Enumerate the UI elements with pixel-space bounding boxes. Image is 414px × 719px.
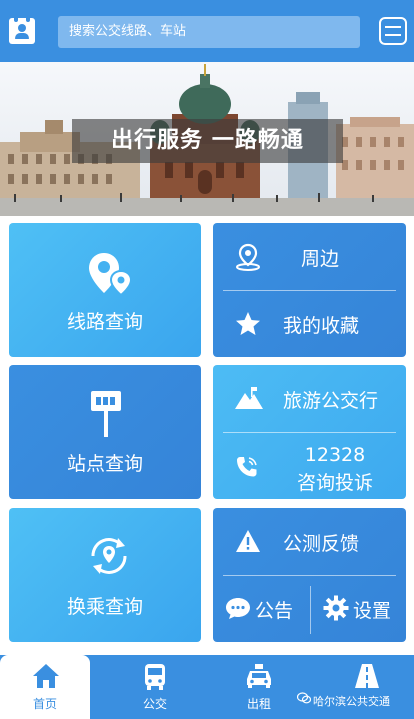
tab-bus-label: 公交 [142,697,167,711]
hotline-number: 12328 [304,444,366,466]
tab-home-label: 首页 [32,697,57,711]
taxi-icon [247,664,271,688]
location-icon [236,243,260,271]
nearby-label: 周边 [301,248,340,270]
settings-button[interactable]: 设置 [311,576,406,642]
notice-label: 公告 [255,600,294,622]
transfer-query-label: 换乘查询 [66,596,143,618]
nearby-button[interactable]: 周边 [213,223,406,289]
tab-taxi[interactable]: 出租 [216,655,302,719]
tab-home[interactable]: 首页 [0,655,90,719]
top-header: 搜索公交线路、车站 [0,0,414,62]
feedback-button[interactable]: 公测反馈 [213,508,406,574]
menu-icon[interactable] [379,17,407,45]
notice-button[interactable]: 公告 [213,576,309,642]
warning-icon [236,530,260,552]
favorites-button[interactable]: 我的收藏 [213,291,406,357]
gear-icon [323,595,349,621]
nearby-favorites-tile: 周边 我的收藏 [213,223,406,357]
feedback-tile: 公测反馈 公告 设置 [213,508,406,642]
tab-road[interactable] [324,655,410,719]
bus-icon [145,664,165,690]
settings-label: 设置 [353,600,392,622]
stop-query-label: 站点查询 [66,453,143,475]
hotline-button[interactable]: 12328 咨询投诉 [213,433,406,499]
watermark: 哈尔滨公共交通 [313,695,390,708]
tab-bus[interactable]: 公交 [112,655,198,719]
feedback-label: 公测反馈 [283,533,360,555]
mountain-icon [235,387,263,409]
home-icon [33,664,59,688]
bottom-nav: 首页 公交 出租 [0,655,414,719]
route-query-label: 线路查询 [66,311,143,333]
banner-image: 出行服务 一路畅通 [0,62,414,216]
search-input[interactable]: 搜索公交线路、车站 [58,16,360,48]
phone-icon [237,457,257,477]
favorites-label: 我的收藏 [283,315,360,337]
transfer-icon [91,538,127,574]
profile-icon[interactable] [9,14,35,44]
tourist-bus-button[interactable]: 旅游公交行 [213,365,406,431]
wechat-icon [297,692,311,704]
stop-query-tile[interactable]: 站点查询 [9,365,201,499]
tourist-bus-label: 旅游公交行 [283,390,379,412]
tourist-hotline-tile: 旅游公交行 12328 咨询投诉 [213,365,406,499]
star-icon [236,312,260,335]
route-query-tile[interactable]: 线路查询 [9,223,201,357]
bus-stop-sign-icon [91,391,121,437]
hotline-label: 咨询投诉 [296,472,373,494]
road-icon [355,664,379,688]
transfer-query-tile[interactable]: 换乘查询 [9,508,201,642]
banner-caption: 出行服务 一路畅通 [72,119,343,163]
tab-taxi-label: 出租 [246,697,271,711]
chat-icon [226,598,250,619]
route-pin-icon [89,253,133,297]
